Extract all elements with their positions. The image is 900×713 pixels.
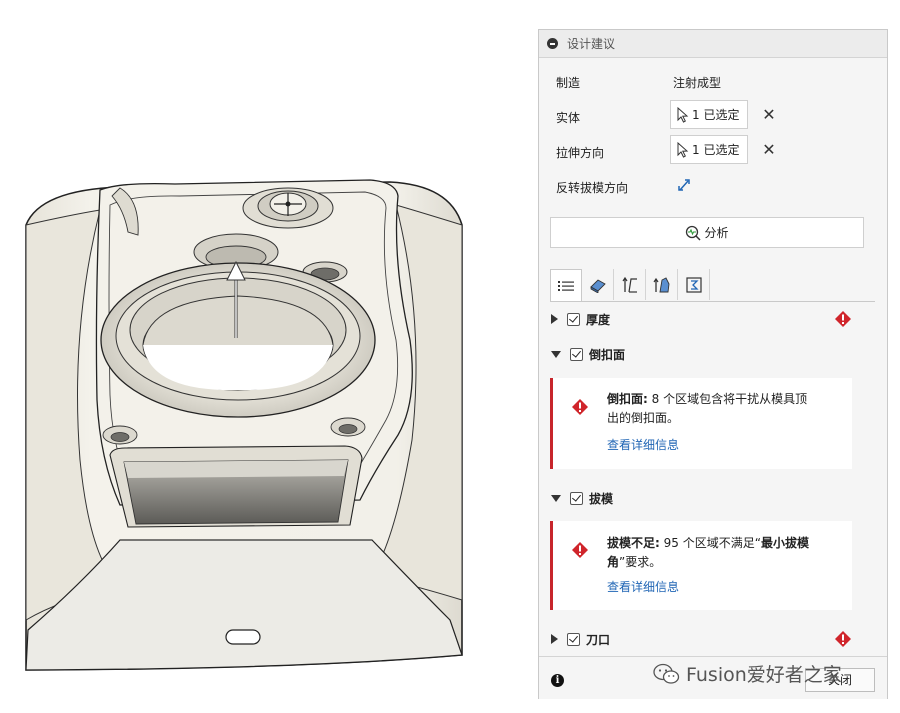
knife-edge-label: 刀口 <box>586 632 611 647</box>
draft-checkbox[interactable] <box>570 491 583 505</box>
expand-triangle-icon[interactable] <box>551 634 558 644</box>
manufacturing-label: 制造 <box>556 76 581 90</box>
pull-selected-text: 1 已选定 <box>692 143 740 157</box>
body-select-button[interactable]: 1 已选定 <box>670 100 748 129</box>
eraser-icon <box>589 278 606 293</box>
undercut-error-icon <box>572 399 588 415</box>
design-advice-panel: 设计建议 制造 注射成型 实体 1 已选定 ✕ 拉伸方向 1 已选定 ✕ 反转拔… <box>538 29 888 699</box>
thickness-checkbox[interactable] <box>567 312 580 326</box>
collapse-triangle-icon[interactable] <box>551 494 561 502</box>
panel-header[interactable]: 设计建议 <box>539 30 887 58</box>
model-viewport[interactable] <box>0 0 535 713</box>
analyze-button[interactable]: 分析 <box>550 217 864 248</box>
cursor-select-icon <box>677 141 689 158</box>
body-label: 实体 <box>556 111 581 125</box>
thickness-icon <box>653 276 669 292</box>
pull-direction-label: 拉伸方向 <box>556 146 605 160</box>
collapse-icon[interactable] <box>547 38 558 49</box>
section-thickness[interactable]: 厚度 <box>551 310 610 328</box>
pull-direction-select-button[interactable]: 1 已选定 <box>670 135 748 164</box>
knife-edge-checkbox[interactable] <box>567 632 580 646</box>
section-draft[interactable]: 拔模 <box>551 489 613 507</box>
undercut-message-bold: 倒扣面: <box>607 392 648 406</box>
undercut-message-box: 倒扣面: 8 个区域包含将干扰从模具顶 出的倒扣面。 查看详细信息 <box>550 378 852 469</box>
watermark-text: Fusion爱好者之家 <box>686 664 842 686</box>
draft-message: 拔模不足: 95 个区域不满足“最小拔模 角”要求。 <box>607 534 839 572</box>
tab-draft-angle[interactable] <box>614 269 646 300</box>
manufacturing-value[interactable]: 注射成型 <box>673 74 721 91</box>
undercut-label: 倒扣面 <box>589 347 626 362</box>
tab-undercut[interactable] <box>678 269 710 300</box>
thickness-error-icon <box>835 311 851 327</box>
undercut-message-line2: 出的倒扣面。 <box>607 411 680 425</box>
wechat-icon <box>653 663 680 684</box>
tab-eraser[interactable] <box>582 269 614 300</box>
draft-message-line1: 95 个区域不满足“ <box>659 536 761 550</box>
panel-title: 设计建议 <box>567 37 616 51</box>
thickness-label: 厚度 <box>586 312 611 327</box>
undercut-icon <box>685 276 702 293</box>
draft-message-line2: ”要求。 <box>619 555 662 569</box>
analyze-icon <box>686 225 702 241</box>
draft-error-icon <box>572 542 588 558</box>
undercut-message-line1: 8 个区域包含将干扰从模具顶 <box>647 392 808 406</box>
expand-triangle-icon[interactable] <box>551 314 558 324</box>
tab-summary[interactable] <box>550 269 582 301</box>
draft-details-link[interactable]: 查看详细信息 <box>607 578 679 595</box>
molded-part-model <box>25 179 463 671</box>
analysis-tab-bar <box>550 269 875 302</box>
collapse-triangle-icon[interactable] <box>551 350 561 358</box>
watermark: Fusion爱好者之家 <box>652 660 842 687</box>
body-selected-text: 1 已选定 <box>692 108 740 122</box>
draft-message-box: 拔模不足: 95 个区域不满足“最小拔模 角”要求。 查看详细信息 <box>550 521 852 610</box>
clear-body-icon[interactable]: ✕ <box>762 107 776 123</box>
undercut-checkbox[interactable] <box>570 347 583 361</box>
section-undercut[interactable]: 倒扣面 <box>551 345 625 363</box>
draft-angle-icon <box>622 276 637 293</box>
draft-label: 拔模 <box>589 491 614 506</box>
flip-draft-label: 反转拔模方向 <box>556 181 629 195</box>
section-knife-edge[interactable]: 刀口 <box>551 630 610 648</box>
info-icon[interactable]: i <box>551 674 564 687</box>
analyze-label: 分析 <box>704 226 729 240</box>
clear-pull-direction-icon[interactable]: ✕ <box>762 142 776 158</box>
draft-message-bold: 拔模不足: <box>607 536 660 550</box>
list-icon <box>558 280 574 291</box>
undercut-message: 倒扣面: 8 个区域包含将干扰从模具顶 出的倒扣面。 <box>607 390 839 428</box>
knife-edge-error-icon <box>835 631 851 647</box>
tab-thickness[interactable] <box>646 269 678 300</box>
undercut-details-link[interactable]: 查看详细信息 <box>607 436 679 453</box>
draft-message-bold2: 最小拔模 <box>760 536 809 550</box>
cursor-select-icon <box>677 106 689 123</box>
draft-message-bold3: 角 <box>607 555 620 569</box>
flip-direction-icon[interactable] <box>676 177 692 193</box>
